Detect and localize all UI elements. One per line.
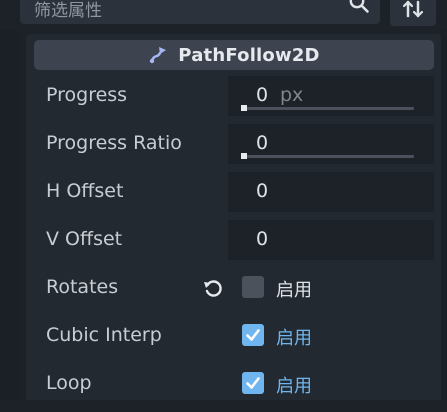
v-offset-value: 0 [256, 228, 269, 250]
progress-ratio-slider-track[interactable] [242, 155, 414, 158]
sort-button[interactable] [390, 0, 436, 26]
progress-slider-grabber[interactable] [241, 105, 247, 111]
rotates-checkbox[interactable] [242, 276, 264, 298]
scrollbar[interactable] [441, 30, 447, 400]
left-gutter [0, 30, 20, 400]
progress-value: 0 [256, 84, 269, 106]
property-loop: Loop 启用 [26, 364, 441, 412]
property-v-offset: V Offset 0 [26, 220, 441, 268]
cubic-interp-toggle[interactable]: 启用 [228, 316, 434, 356]
inspector-panel: PathFollow2D Progress 0 px Progress Rati… [26, 34, 441, 400]
h-offset-field[interactable]: 0 [228, 172, 434, 212]
sort-icon [402, 0, 424, 18]
loop-toggle[interactable]: 启用 [228, 364, 434, 404]
cubic-interp-enable-label: 启用 [276, 328, 312, 349]
h-offset-value: 0 [256, 180, 269, 202]
property-progress-ratio: Progress Ratio 0 [26, 124, 441, 172]
class-title: PathFollow2D [178, 44, 320, 66]
cubic-interp-checkbox[interactable] [242, 324, 264, 346]
property-label: V Offset [46, 228, 123, 250]
checkmark-icon [246, 377, 260, 389]
rotates-toggle[interactable]: 启用 [228, 268, 434, 308]
filter-placeholder: 筛选属性 [34, 1, 102, 21]
property-progress: Progress 0 px [26, 76, 441, 124]
property-label: Progress [46, 84, 128, 106]
progress-ratio-slider-grabber[interactable] [241, 153, 247, 159]
property-label: H Offset [46, 180, 124, 202]
class-header[interactable]: PathFollow2D [34, 40, 434, 70]
property-label: Progress Ratio [46, 132, 182, 154]
progress-unit: px [280, 84, 304, 106]
progress-ratio-value: 0 [256, 132, 269, 154]
property-cubic-interp: Cubic Interp 启用 [26, 316, 441, 364]
property-label: Cubic Interp [46, 324, 162, 346]
filter-properties-input[interactable]: 筛选属性 [20, 0, 380, 24]
revert-icon[interactable] [202, 277, 224, 299]
path-follow-icon [150, 47, 167, 64]
property-label: Rotates [46, 276, 119, 298]
toolbar: 筛选属性 [0, 0, 447, 30]
rotates-enable-label: 启用 [276, 280, 312, 301]
property-rotates: Rotates 启用 [26, 268, 441, 316]
property-h-offset: H Offset 0 [26, 172, 441, 220]
progress-slider-field[interactable]: 0 px [228, 76, 434, 116]
checkmark-icon [246, 329, 260, 341]
v-offset-field[interactable]: 0 [228, 220, 434, 260]
progress-ratio-slider-field[interactable]: 0 [228, 124, 434, 164]
search-icon[interactable] [348, 0, 370, 14]
loop-checkbox[interactable] [242, 372, 264, 394]
property-label: Loop [46, 372, 92, 394]
progress-slider-track[interactable] [242, 107, 414, 110]
loop-enable-label: 启用 [276, 376, 312, 397]
